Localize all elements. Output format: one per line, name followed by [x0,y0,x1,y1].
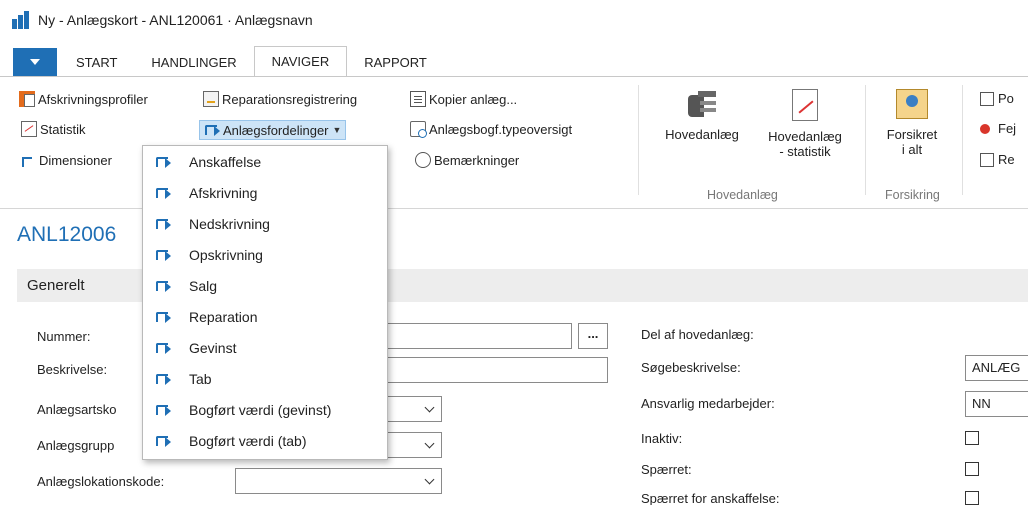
ribbon-right-button-1[interactable]: Po [980,91,1014,106]
chevron-down-icon [424,474,435,485]
menu-item-afskrivning[interactable]: Afskrivning [143,177,387,208]
group-label-hovedanlaeg: Hovedanlæg [707,188,778,202]
allocation-icon [155,185,171,201]
allocation-icon [204,122,220,138]
reparationsregistrering-button[interactable]: Reparationsregistrering [203,91,357,107]
ansvarlig-medarbejder-label: Ansvarlig medarbejder: [641,396,775,411]
statistics-icon [21,121,37,137]
anlaegsbogf-typeoversigt-button[interactable]: Anlægsbogf.typeoversigt [410,121,572,138]
insured-total-icon [896,89,928,119]
file-menu-button[interactable] [13,48,57,76]
nummer-label: Nummer: [37,329,91,344]
menu-item-nedskrivning[interactable]: Nedskrivning [143,208,387,239]
repair-register-icon [203,91,219,107]
ribbon-separator [638,85,639,195]
allocation-icon [155,278,171,294]
spaerret-checkbox[interactable] [965,462,979,476]
window-title: Ny - Anlægskort - ANL120061 · Anlægsnavn [38,12,313,28]
chevron-down-icon [424,438,435,449]
allocation-icon [155,309,171,325]
soegebeskrivelse-input[interactable]: ANLÆG [965,355,1028,381]
nummer-assist-button[interactable]: ... [578,323,608,349]
title-bar: Ny - Anlægskort - ANL120061 · Anlægsnavn [0,0,1028,40]
inaktiv-checkbox[interactable] [965,431,979,445]
chevron-down-icon [424,402,435,413]
allocation-icon [155,340,171,356]
allocation-icon [155,247,171,263]
ribbon-separator [865,85,866,195]
allocation-icon [155,371,171,387]
tab-naviger[interactable]: NAVIGER [253,46,348,76]
anlaegsgruppe-label: Anlægsgrupp [37,438,115,453]
anlaegsfordelinger-dropdown-button[interactable]: Anlægsfordelinger ▼ [199,120,347,140]
anlaegsfordelinger-dropdown-menu: Anskaffelse Afskrivning Nedskrivning Ops… [142,145,388,460]
hovedanlaeg-statistik-button[interactable]: Hovedanlæg - statistik [752,89,858,159]
allocation-icon [155,216,171,232]
menu-item-salg[interactable]: Salg [143,270,387,301]
hovedanlaeg-button[interactable]: Hovedanlæg [652,89,752,142]
menu-item-tab[interactable]: Tab [143,363,387,394]
menu-item-reparation[interactable]: Reparation [143,301,387,332]
triangle-down-icon [30,59,40,65]
document-icon [980,91,994,106]
ribbon-right-button-3[interactable]: Re [980,152,1015,167]
anlaegslokationskode-label: Anlægslokationskode: [37,474,165,489]
inaktiv-label: Inaktiv: [641,431,683,446]
del-af-hovedanlaeg-label: Del af hovedanlæg: [641,327,754,342]
allocation-icon [155,433,171,449]
allocation-icon [155,402,171,418]
posting-type-overview-icon [410,121,427,138]
main-asset-icon [686,89,718,119]
anlaegslokationskode-select[interactable] [235,468,442,494]
tab-rapport[interactable]: RAPPORT [347,48,444,76]
depreciation-book-icon [19,91,35,107]
tab-handlinger[interactable]: HANDLINGER [134,48,253,76]
spaerret-for-anskaffelse-checkbox[interactable] [965,491,979,505]
beskrivelse-label: Beskrivelse: [37,362,108,377]
page-title: ANL12006 [17,223,117,246]
comments-icon [415,152,431,168]
menu-item-bogfoert-vaerdi-gevinst[interactable]: Bogført værdi (gevinst) [143,394,387,425]
menu-item-opskrivning[interactable]: Opskrivning [143,239,387,270]
spaerret-label: Spærret: [641,462,692,477]
caret-down-icon: ▼ [332,125,342,135]
dimensioner-button[interactable]: Dimensioner [20,152,112,168]
ribbon-separator [962,85,963,195]
spaerret-for-anskaffelse-label: Spærret for anskaffelse: [641,491,780,505]
statistik-button[interactable]: Statistik [21,121,86,137]
afskrivningsprofiler-button[interactable]: Afskrivningsprofiler [19,91,148,107]
dimensions-icon [20,152,36,168]
ribbon-right-button-2[interactable]: Fej [980,121,1016,136]
group-label-forsikring: Forsikring [885,188,940,202]
app-icon [12,11,30,29]
menu-item-anskaffelse[interactable]: Anskaffelse [143,146,387,177]
menu-item-gevinst[interactable]: Gevinst [143,332,387,363]
anlaegsartskode-label: Anlægsartsko [37,402,117,417]
kopier-anlaeg-button[interactable]: Kopier anlæg... [410,91,517,107]
soegebeskrivelse-label: Søgebeskrivelse: [641,360,741,375]
bemaerkninger-button[interactable]: Bemærkninger [415,152,519,168]
ansvarlig-medarbejder-input[interactable]: NN [965,391,1028,417]
allocation-icon [155,154,171,170]
copy-asset-icon [410,91,426,107]
menu-item-bogfoert-vaerdi-tab[interactable]: Bogført værdi (tab) [143,425,387,456]
tab-start[interactable]: START [59,48,134,76]
forsikret-i-alt-button[interactable]: Forsikret i alt [872,89,952,157]
main-asset-statistics-icon [792,89,818,121]
ribbon-tab-bar: START HANDLINGER NAVIGER RAPPORT [0,46,1028,76]
report-icon [980,152,994,167]
error-icon [980,123,990,134]
